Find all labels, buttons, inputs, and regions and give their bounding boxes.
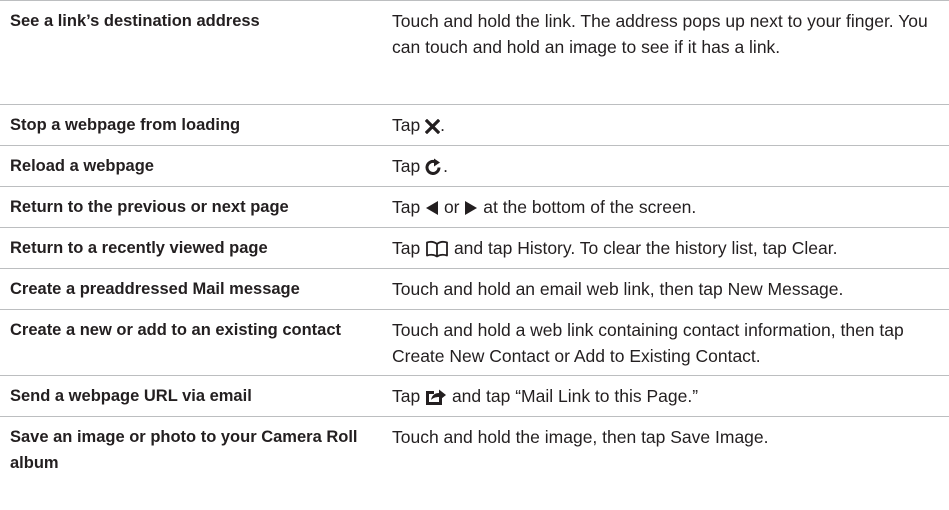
task-text: Return to the previous or next page — [10, 198, 289, 216]
back-triangle-icon — [425, 200, 439, 216]
task-cell: Return to a recently viewed page — [0, 228, 392, 268]
table-row: Stop a webpage from loading Tap . — [0, 105, 949, 146]
bookmarks-book-icon — [425, 240, 449, 258]
action-text-post: and tap History. To clear the history li… — [449, 238, 838, 258]
task-text: Stop a webpage from loading — [10, 116, 241, 134]
action-text-post: . — [443, 156, 448, 176]
action-cell: Touch and hold a web link containing con… — [392, 310, 949, 375]
forward-triangle-icon — [464, 200, 478, 216]
table-row: Send a webpage URL via email Tap and tap… — [0, 376, 949, 417]
action-text-pre: Tap — [392, 238, 426, 258]
task-cell: Reload a webpage — [0, 146, 392, 186]
action-text: Tap . — [392, 146, 941, 186]
reload-icon — [425, 158, 443, 177]
action-cell: Touch and hold the image, then tap Save … — [392, 417, 949, 482]
action-cell: Touch and hold the link. The address pop… — [392, 1, 949, 104]
action-cell: Tap or at the bottom of the screen. — [392, 187, 949, 227]
action-text-pre: Tap — [392, 156, 426, 176]
action-cell: Tap . — [392, 146, 949, 186]
action-text-pre: Tap — [392, 386, 426, 406]
action-text-pre: Tap — [392, 197, 426, 217]
task-cell: See a link’s destination address — [0, 1, 392, 104]
task-text: Create a new or add to an existing conta… — [10, 321, 341, 339]
action-cell: Tap and tap History. To clear the histor… — [392, 228, 949, 268]
task-text: Create a preaddressed Mail message — [10, 280, 300, 298]
action-cell: Touch and hold an email web link, then t… — [392, 269, 949, 309]
table-row: Return to the previous or next page Tap … — [0, 187, 949, 228]
table-row: Save an image or photo to your Camera Ro… — [0, 417, 949, 482]
action-text: Tap and tap “Mail Link to this Page.” — [392, 376, 941, 416]
task-cell: Stop a webpage from loading — [0, 105, 392, 145]
action-text: Tap or at the bottom of the screen. — [392, 187, 941, 227]
table-row: See a link’s destination address Touch a… — [0, 0, 949, 105]
action-text-mid: or — [439, 197, 465, 217]
task-text: Reload a webpage — [10, 157, 154, 175]
table-row: Reload a webpage Tap . — [0, 146, 949, 187]
action-text-post: and tap “Mail Link to this Page.” — [447, 386, 699, 406]
task-text: Save an image or photo to your Camera Ro… — [10, 428, 358, 472]
table-row: Create a new or add to an existing conta… — [0, 310, 949, 376]
action-text-post: at the bottom of the screen. — [478, 197, 697, 217]
action-text: Touch and hold the link. The address pop… — [392, 11, 928, 57]
action-cell: Tap and tap “Mail Link to this Page.” — [392, 376, 949, 416]
table-row: Create a preaddressed Mail message Touch… — [0, 269, 949, 310]
task-text: Send a webpage URL via email — [10, 387, 252, 405]
action-text: Touch and hold the image, then tap Save … — [392, 427, 769, 447]
action-cell: Tap . — [392, 105, 949, 145]
task-cell: Create a new or add to an existing conta… — [0, 310, 392, 375]
action-text: Touch and hold an email web link, then t… — [392, 279, 844, 299]
task-cell: Return to the previous or next page — [0, 187, 392, 227]
safari-tips-table: See a link’s destination address Touch a… — [0, 0, 949, 482]
action-text-post: . — [440, 115, 445, 135]
action-text: Tap . — [392, 105, 941, 145]
task-cell: Create a preaddressed Mail message — [0, 269, 392, 309]
stop-x-icon — [425, 118, 441, 134]
task-text: See a link’s destination address — [10, 12, 260, 30]
table-row: Return to a recently viewed page Tap and… — [0, 228, 949, 269]
action-text: Tap and tap History. To clear the histor… — [392, 228, 941, 268]
action-text: Touch and hold a web link containing con… — [392, 320, 904, 366]
task-text: Return to a recently viewed page — [10, 239, 268, 257]
action-text-pre: Tap — [392, 115, 426, 135]
task-cell: Save an image or photo to your Camera Ro… — [0, 417, 392, 482]
share-action-icon — [425, 388, 447, 406]
task-cell: Send a webpage URL via email — [0, 376, 392, 416]
